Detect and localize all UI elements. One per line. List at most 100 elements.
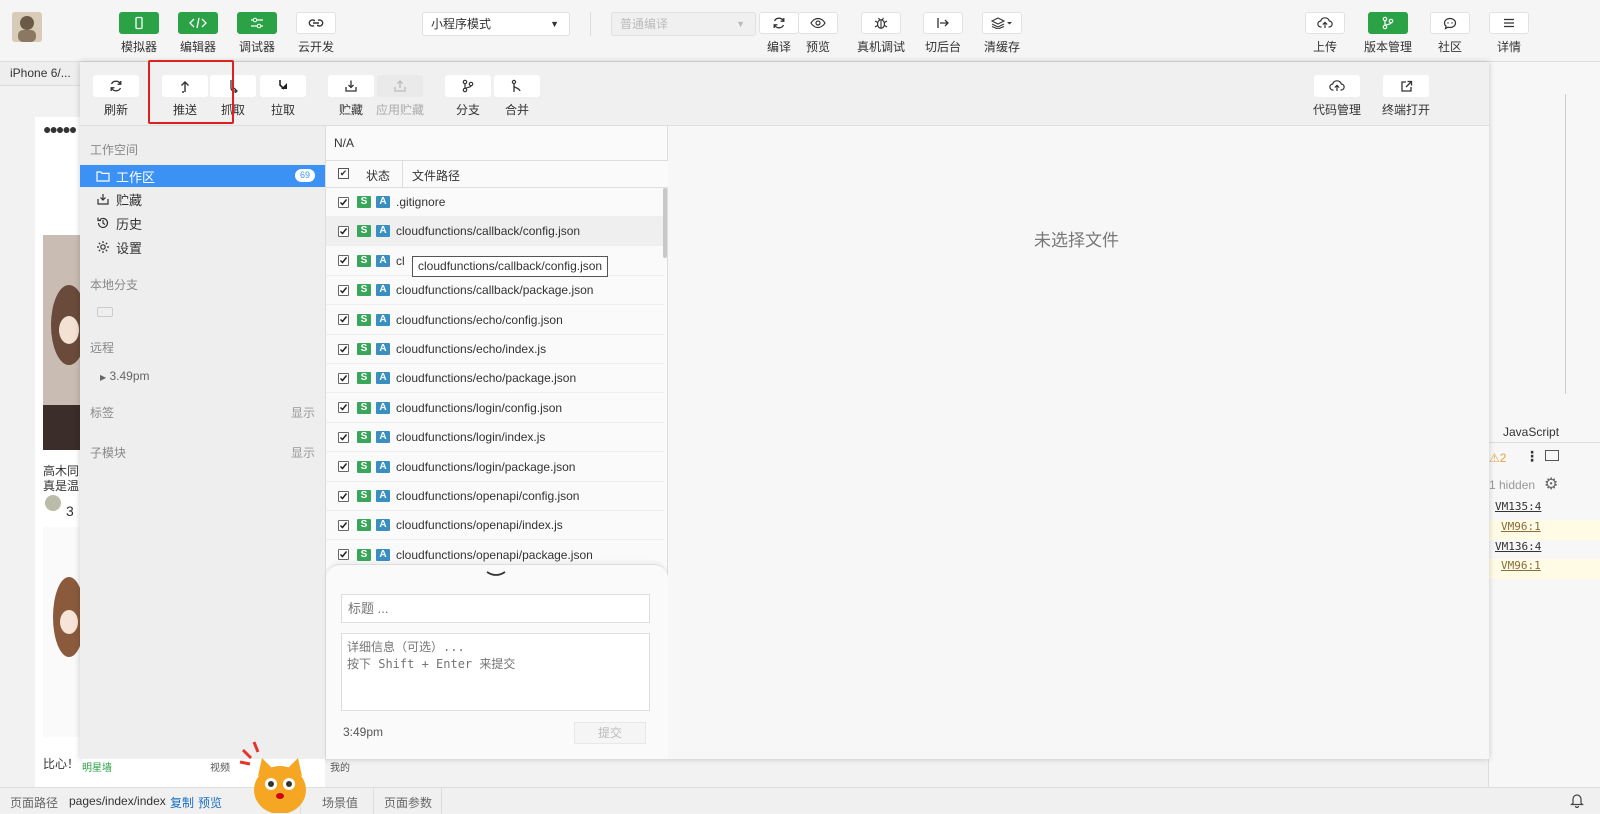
file-row[interactable]: S Acloudfunctions/login/config.json <box>326 394 664 423</box>
mascot-image[interactable] <box>238 738 310 813</box>
file-checkbox[interactable] <box>338 196 349 208</box>
bell-icon[interactable] <box>1570 792 1584 808</box>
apply-stash-button[interactable]: 应用贮藏 <box>376 75 424 118</box>
file-row[interactable]: S Acloudfunctions/login/package.json <box>326 453 664 482</box>
switch-icon <box>937 18 949 28</box>
sidebar-item-workspace[interactable]: 工作区 69 <box>80 165 325 187</box>
sidebar-item-history[interactable]: 历史 <box>80 212 325 234</box>
scrollbar[interactable] <box>663 188 667 258</box>
version-manage-button[interactable]: 版本管理 <box>1364 12 1412 55</box>
file-checkbox[interactable] <box>338 225 349 237</box>
preview-link[interactable]: 预览 <box>198 794 222 811</box>
background-button[interactable]: 切后台 <box>921 12 965 55</box>
file-path: cloudfunctions/login/package.json <box>396 459 576 474</box>
file-row[interactable]: S Acloudfunctions/callback/package.json <box>326 276 664 306</box>
divider <box>590 12 591 36</box>
file-checkbox[interactable] <box>338 284 349 296</box>
editor-label: 编辑器 <box>179 40 216 54</box>
refresh-button[interactable]: 刷新 <box>92 75 140 118</box>
file-row[interactable]: S Acloudfunctions/echo/package.json <box>326 364 664 394</box>
compile-select[interactable]: 普通编译 ▼ <box>611 12 756 36</box>
file-row[interactable]: S Acloudfunctions/login/index.js <box>326 423 664 453</box>
commit-detail-input[interactable] <box>341 633 650 711</box>
merge-button[interactable]: 合并 <box>493 75 541 118</box>
staged-status-badge: S <box>357 225 371 238</box>
pull-icon <box>279 80 287 90</box>
added-status-badge: A <box>376 548 390 561</box>
gear-icon[interactable]: ⚙ <box>1544 474 1558 494</box>
tab-star-wall[interactable]: 明星墙 <box>82 759 112 774</box>
chevron-down-icon: ▼ <box>736 19 745 29</box>
added-status-badge: A <box>376 343 390 355</box>
debugger-button[interactable]: 调试器 <box>235 12 279 55</box>
console-source-link[interactable]: VM136:4 <box>1489 540 1600 560</box>
page-params-button[interactable]: 页面参数 <box>384 794 432 811</box>
remote-item[interactable]: ▶ 3.49pm <box>100 369 150 383</box>
added-status-badge: A <box>376 284 390 297</box>
file-checkbox[interactable] <box>338 402 349 414</box>
file-row[interactable]: S Acloudfunctions/openapi/config.json <box>326 482 664 511</box>
select-all-checkbox[interactable]: ✔ <box>338 168 349 179</box>
file-path: cloudfunctions/login/config.json <box>396 400 563 415</box>
staged-status-badge: S <box>357 372 371 385</box>
mode-select[interactable]: 小程序模式 ▼ <box>422 12 570 36</box>
file-checkbox[interactable] <box>338 431 349 443</box>
copy-link[interactable]: 复制 <box>170 794 194 811</box>
file-checkbox[interactable] <box>338 461 349 473</box>
tab-video[interactable]: 视频 <box>210 759 230 774</box>
file-checkbox[interactable] <box>338 343 349 355</box>
tab-mine[interactable]: 我的 <box>330 759 350 774</box>
file-row[interactable]: S A .gitignore <box>326 188 664 217</box>
submodule-show-link[interactable]: 显示 <box>291 444 315 461</box>
preview-button[interactable]: 预览 <box>796 12 840 55</box>
commit-title-input[interactable] <box>341 594 650 623</box>
added-status-badge: A <box>376 196 390 208</box>
file-row[interactable]: S Acloudfunctions/echo/index.js <box>326 335 664 364</box>
divider <box>373 788 374 814</box>
console-source-link[interactable]: VM96:1 <box>1489 559 1600 579</box>
sidebar-item-settings[interactable]: 设置 <box>80 236 325 258</box>
file-path: cloudfunctions/callback/config.json <box>396 224 581 239</box>
sidebar-item-stash[interactable]: 贮藏 <box>80 188 325 210</box>
tags-show-link[interactable]: 显示 <box>291 404 315 421</box>
commit-submit-button[interactable]: 提交 <box>574 722 646 744</box>
console-source-link[interactable]: VM96:1 <box>1489 520 1600 540</box>
history-icon <box>97 217 109 229</box>
code-manage-button[interactable]: 代码管理 <box>1313 75 1361 118</box>
collapse-icon[interactable] <box>485 569 507 579</box>
more-icon[interactable]: ⋮ <box>1525 448 1539 465</box>
branch-icon <box>462 79 474 93</box>
console-source-link[interactable]: VM135:4 <box>1489 500 1600 520</box>
file-row[interactable]: S Acloudfunctions/callback/config.json <box>326 217 664 247</box>
cloud-dev-button[interactable]: 云开发 <box>294 12 338 55</box>
scrollbar[interactable] <box>1565 94 1566 394</box>
divider <box>1489 442 1600 443</box>
refresh-icon <box>110 80 122 92</box>
clear-cache-button[interactable]: 清缓存 <box>980 12 1024 55</box>
file-row[interactable]: S Acloudfunctions/openapi/index.js <box>326 511 664 541</box>
version-manage-label: 版本管理 <box>1363 40 1412 54</box>
scene-value-button[interactable]: 场景值 <box>322 794 358 811</box>
device-select[interactable]: iPhone 6/... <box>0 62 82 86</box>
pull-button[interactable]: 拉取 <box>259 75 307 118</box>
push-icon <box>181 81 189 93</box>
file-checkbox[interactable] <box>338 490 349 502</box>
stash-icon <box>97 194 109 205</box>
terminal-open-button[interactable]: 终端打开 <box>1382 75 1430 118</box>
community-button[interactable]: 社区 <box>1428 12 1472 55</box>
file-checkbox[interactable] <box>338 549 349 561</box>
file-row[interactable]: S Acloudfunctions/echo/config.json <box>326 306 664 335</box>
upload-button[interactable]: 上传 <box>1303 12 1347 55</box>
remote-debug-button[interactable]: 真机调试 <box>857 12 905 55</box>
file-checkbox[interactable] <box>338 255 349 267</box>
dock-icon[interactable] <box>1545 450 1559 461</box>
warning-count[interactable]: ⚠2 <box>1489 451 1506 465</box>
details-button[interactable]: 详情 <box>1487 12 1531 55</box>
file-checkbox[interactable] <box>338 372 349 384</box>
workspace-title: 工作空间 <box>90 143 139 157</box>
file-checkbox[interactable] <box>338 519 349 531</box>
simulator-button[interactable]: 模拟器 <box>117 12 161 55</box>
file-checkbox[interactable] <box>338 314 349 326</box>
avatar[interactable] <box>12 12 42 42</box>
editor-button[interactable]: 编辑器 <box>176 12 220 55</box>
